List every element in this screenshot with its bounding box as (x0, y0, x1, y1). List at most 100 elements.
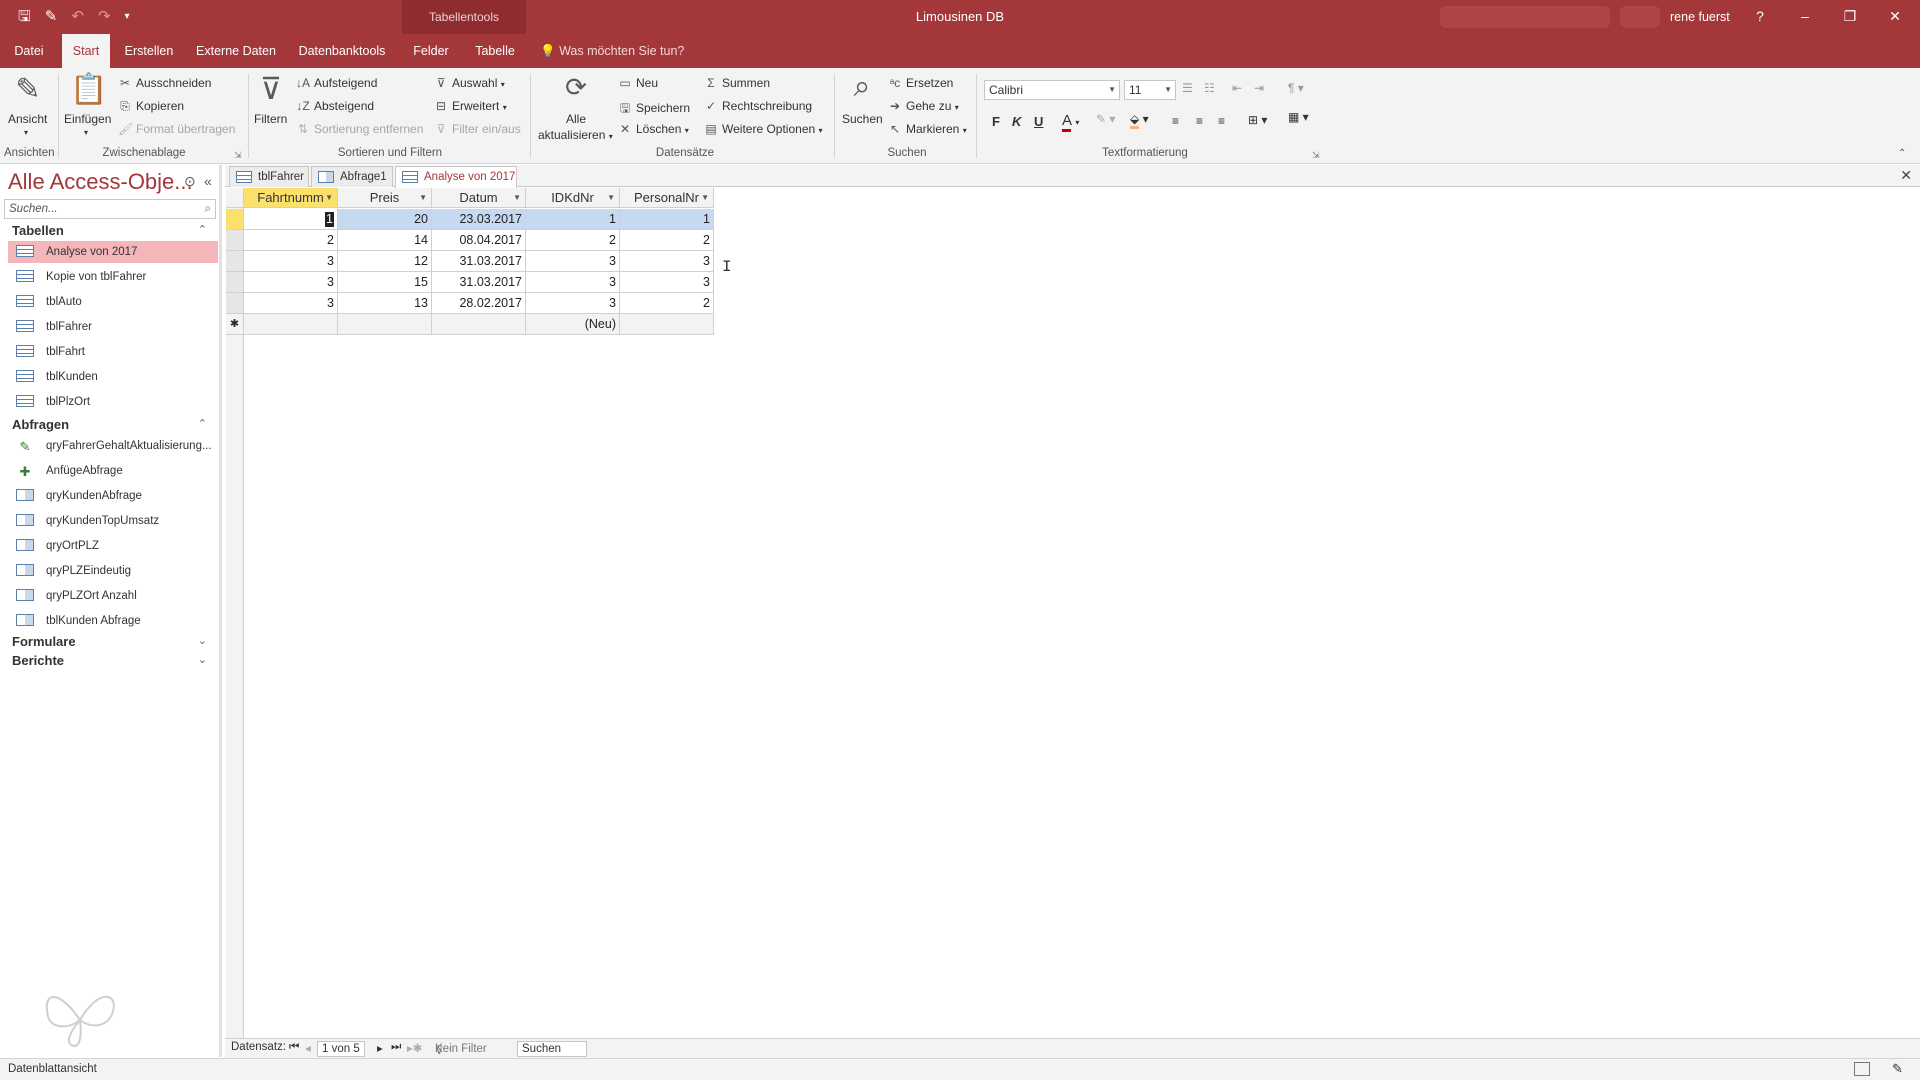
paste-icon[interactable]: 📋 (70, 72, 107, 107)
view-button[interactable]: Ansicht (8, 112, 47, 126)
next-record-icon[interactable]: ▸ (377, 1041, 383, 1055)
save-record-button[interactable]: 🖫 Speichern (618, 99, 690, 120)
nav-item-tblauto[interactable]: tblAuto (8, 291, 218, 313)
advanced-button[interactable]: ⊟ Erweitert ▾ (434, 99, 507, 113)
tab-datenbanktools[interactable]: Datenbanktools (294, 34, 390, 68)
doc-tab-tblfahrer[interactable]: tblFahrer (229, 166, 309, 187)
table-cell[interactable]: 13 (338, 293, 432, 314)
refresh-all-icon[interactable]: ⟳ (558, 72, 594, 103)
datasheet-view-icon[interactable] (1854, 1062, 1870, 1076)
close-button[interactable]: ✕ (1875, 0, 1915, 32)
table-cell[interactable]: 3 (620, 251, 714, 272)
select-all-corner[interactable] (226, 188, 244, 208)
nav-item-qryplzort-anzahl[interactable]: qryPLZOrt Anzahl (8, 585, 218, 607)
sort-descending-button[interactable]: ↓Z Absteigend (296, 99, 374, 113)
more-options-button[interactable]: ▤ Weitere Optionen ▾ (704, 122, 822, 136)
nav-item-tblkunden-abfrage[interactable]: tblKunden Abfrage (8, 610, 218, 632)
underline-button[interactable]: U (1034, 114, 1043, 129)
search-icon[interactable]: ⌕ (205, 200, 211, 218)
chevron-down-icon[interactable]: ▼ (325, 188, 333, 208)
tab-externe-daten[interactable]: Externe Daten (192, 34, 280, 68)
record-selector[interactable] (226, 272, 244, 293)
italic-button[interactable]: K (1012, 114, 1021, 129)
close-document-icon[interactable]: ✕ (1900, 167, 1912, 184)
table-cell[interactable]: 2 (620, 293, 714, 314)
chevron-down-icon[interactable]: ▼ (701, 188, 709, 208)
user-name[interactable]: rene fuerst (1670, 0, 1730, 34)
table-cell[interactable]: 08.04.2017 (432, 230, 526, 251)
first-record-icon[interactable]: ⏮ (289, 1041, 299, 1054)
nav-item-tblplzort[interactable]: tblPlzOrt (8, 391, 218, 413)
record-search-input[interactable]: Suchen (517, 1041, 587, 1057)
tell-me-box[interactable]: 💡 Was möchten Sie tun? (540, 34, 684, 68)
redo-icon[interactable]: ↷ (98, 7, 111, 27)
new-record-button[interactable]: ▭ Neu (618, 76, 658, 90)
filter-button[interactable]: Filtern (254, 112, 287, 126)
nav-item-qrykundenabfrage[interactable]: qryKundenAbfrage (8, 485, 218, 507)
align-left-icon[interactable]: ≡ (1172, 114, 1179, 128)
save-icon[interactable]: 🖫 (18, 7, 31, 27)
numbering-icon[interactable]: ☷ (1204, 81, 1215, 95)
tab-tabelle[interactable]: Tabelle (466, 34, 524, 68)
record-selector[interactable] (226, 230, 244, 251)
doc-tab-abfrage1[interactable]: Abfrage1 (311, 166, 393, 187)
row-color-icon[interactable]: ▦ ▾ (1288, 110, 1309, 124)
record-selector[interactable] (226, 293, 244, 314)
gridlines-icon[interactable]: ⊞ ▾ (1248, 113, 1267, 127)
table-cell[interactable]: 20 (338, 209, 432, 230)
table-cell[interactable]: 2 (526, 230, 620, 251)
find-button[interactable]: Suchen (842, 112, 883, 126)
table-cell[interactable]: 3 (526, 251, 620, 272)
table-cell[interactable]: 15 (338, 272, 432, 293)
collapse-nav-icon[interactable]: « (204, 173, 212, 189)
minimize-button[interactable]: – (1785, 0, 1825, 32)
chevron-down-icon[interactable]: ▼ (513, 188, 521, 208)
table-cell[interactable]: 3 (526, 272, 620, 293)
refresh-all-label-1[interactable]: Alle (566, 112, 586, 126)
table-cell[interactable] (244, 314, 338, 335)
customize-qat-icon[interactable]: ▾ (125, 7, 130, 27)
nav-item-tblkunden[interactable]: tblKunden (8, 366, 218, 388)
highlight-icon[interactable]: ✎ ▾ (1096, 112, 1115, 126)
help-button[interactable]: ? (1740, 0, 1780, 32)
table-cell[interactable]: 2 (244, 230, 338, 251)
table-cell[interactable] (432, 314, 526, 335)
nav-section-abfragen[interactable]: Abfragen ⌃ (12, 417, 207, 432)
table-cell[interactable]: 31.03.2017 (432, 251, 526, 272)
tab-datei[interactable]: Datei (6, 34, 52, 68)
select-button[interactable]: ↖ Markieren ▾ (888, 122, 967, 136)
totals-button[interactable]: Σ Summen (704, 76, 770, 90)
copy-button[interactable]: ⎘ Kopieren (118, 99, 184, 114)
table-cell[interactable]: 1 (620, 209, 714, 230)
fill-color-icon[interactable]: ⬙ ▾ (1130, 112, 1149, 129)
previous-record-icon[interactable]: ◂ (305, 1041, 311, 1055)
nav-item-kopie-von-tblfahrer[interactable]: Kopie von tblFahrer (8, 266, 218, 288)
table-cell[interactable]: 23.03.2017 (432, 209, 526, 230)
chevron-down-icon[interactable]: ▼ (607, 188, 615, 208)
table-cell[interactable]: 3 (620, 272, 714, 293)
nav-search-input[interactable]: Suchen... ⌕ (4, 199, 216, 219)
column-header-preis[interactable]: Preis ▼ (338, 188, 432, 208)
table-cell[interactable]: 3 (244, 293, 338, 314)
new-record-marker[interactable]: ✱ (226, 314, 244, 335)
nav-item-qryortplz[interactable]: qryOrtPLZ (8, 535, 218, 557)
view-dropdown-icon[interactable]: ▾ (24, 128, 28, 137)
nav-section-formulare[interactable]: Formulare ⌄ (12, 634, 207, 649)
goto-button[interactable]: ➔ Gehe zu ▾ (888, 99, 959, 113)
paragraph-icon[interactable]: ¶ ▾ (1288, 81, 1304, 95)
table-cell[interactable]: 3 (244, 272, 338, 293)
bullets-icon[interactable]: ☰ (1182, 81, 1193, 95)
last-record-icon[interactable]: ⏭ (391, 1041, 401, 1054)
align-right-icon[interactable]: ≡ (1218, 114, 1225, 128)
font-size-select[interactable]: 11 ▼ (1124, 80, 1176, 100)
remove-sort-button[interactable]: ⇅ Sortierung entfernen (296, 122, 423, 136)
decrease-indent-icon[interactable]: ⇤ (1232, 81, 1242, 95)
column-header-idkdnr[interactable]: IDKdNr ▼ (526, 188, 620, 208)
table-cell[interactable]: 1 (526, 209, 620, 230)
nav-item-qrykundentopumsatz[interactable]: qryKundenTopUmsatz (8, 510, 218, 532)
collapse-ribbon-icon[interactable]: ⌃ (1898, 148, 1906, 159)
refresh-all-button[interactable]: aktualisieren ▾ (538, 128, 613, 142)
toggle-filter-button[interactable]: ⊽ Filter ein/aus (434, 122, 521, 136)
align-center-icon[interactable]: ≡ (1196, 114, 1203, 128)
nav-item-tblfahrer[interactable]: tblFahrer (8, 316, 218, 338)
